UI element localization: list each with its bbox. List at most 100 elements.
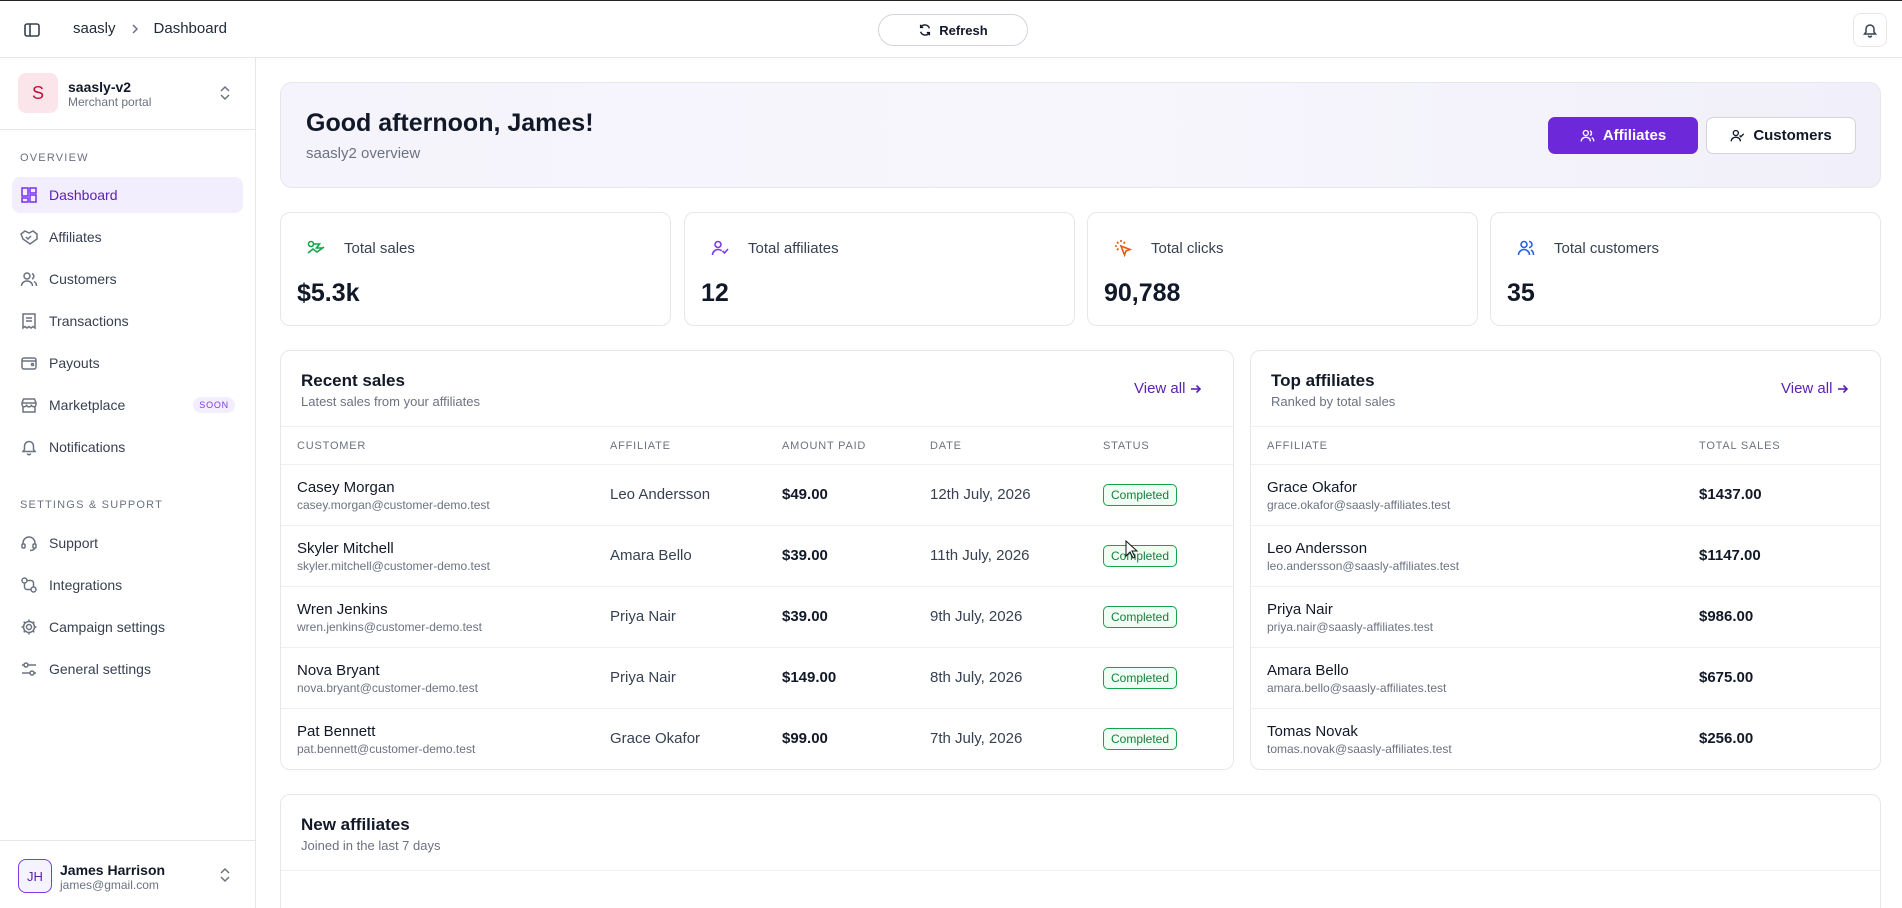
trending-icon [306,238,326,258]
avatar: JH [18,859,52,893]
arrow-right-icon [1190,383,1202,395]
panel-title: Recent sales [301,371,405,390]
amount-paid: $49.00 [782,486,828,503]
top-bar: saasly Dashboard Refresh [0,0,1902,58]
user-menu[interactable]: JH James Harrison james@gmail.com [0,840,255,908]
users-icon [1516,238,1536,258]
table-row[interactable]: Priya Nair priya.nair@saasly-affiliates.… [1251,587,1880,648]
total-sales: $1437.00 [1699,486,1762,503]
table-row[interactable]: Casey Morgan casey.morgan@customer-demo.… [281,465,1233,526]
divider [281,870,1880,871]
breadcrumb: saasly Dashboard [73,20,227,37]
sidebar-item-dashboard[interactable]: Dashboard [12,177,243,213]
notifications-button[interactable] [1853,13,1887,47]
sidebar-item-payouts[interactable]: Payouts [12,345,243,381]
breadcrumb-item-root[interactable]: saasly [73,20,116,37]
sidebar-item-affiliates[interactable]: Affiliates [12,219,243,255]
stat-card-total-clicks: Total clicks 90,788 [1087,212,1478,326]
status-badge: Completed [1103,606,1178,628]
customers-button[interactable]: Customers [1706,117,1856,154]
affiliates-button[interactable]: Affiliates [1548,117,1698,154]
status-badge: Completed [1103,728,1178,750]
bell-icon [1862,22,1878,38]
sale-date: 7th July, 2026 [930,730,1023,747]
mouse-cursor-icon [1125,540,1139,560]
customer-name: Wren Jenkins [297,601,388,618]
sidebar-item-label: Support [49,535,99,551]
table-row[interactable]: Tomas Novak tomas.novak@saasly-affiliate… [1251,709,1880,769]
chevron-right-icon [128,22,142,36]
amount-paid: $99.00 [782,730,828,747]
customer-email: casey.morgan@customer-demo.test [297,498,490,512]
table-row[interactable]: Leo Andersson leo.andersson@saasly-affil… [1251,526,1880,587]
affiliate-email: leo.andersson@saasly-affiliates.test [1267,559,1460,573]
overview-section-label: OVERVIEW [20,152,89,164]
affiliate-email: priya.nair@saasly-affiliates.test [1267,620,1434,634]
sidebar-item-marketplace[interactable]: Marketplace SOON [12,387,243,423]
new-affiliates-panel: New affiliates Joined in the last 7 days [280,794,1881,908]
sidebar-item-label: Affiliates [49,229,102,245]
sidebar-item-label: Dashboard [49,187,118,203]
customers-button-label: Customers [1753,127,1832,144]
column-header: AFFILIATE [610,440,671,452]
chevrons-up-down-icon[interactable] [216,84,234,102]
table-row[interactable]: Grace Okafor grace.okafor@saasly-affilia… [1251,465,1880,526]
affiliate-email: tomas.novak@saasly-affiliates.test [1267,742,1452,756]
stat-card-total-customers: Total customers 35 [1490,212,1881,326]
table-row[interactable]: Nova Bryant nova.bryant@customer-demo.te… [281,648,1233,709]
bell-icon [20,438,38,456]
workspace-switcher[interactable]: S saasly-v2 Merchant portal [0,58,255,130]
view-all-label: View all [1781,380,1833,397]
affiliate-name: Amara Bello [610,547,692,564]
sidebar-item-notifications[interactable]: Notifications [12,429,243,465]
integrations-icon [20,576,38,594]
sidebar-item-support[interactable]: Support [12,525,243,561]
table-row[interactable]: Amara Bello amara.bello@saasly-affiliate… [1251,648,1880,709]
sale-date: 11th July, 2026 [930,547,1030,564]
sidebar-item-customers[interactable]: Customers [12,261,243,297]
stat-value: 35 [1507,279,1535,307]
table-header: AFFILIATE TOTAL SALES [1251,426,1880,465]
stat-label: Total affiliates [748,240,839,257]
stat-value: 12 [701,279,729,307]
sidebar-item-transactions[interactable]: Transactions [12,303,243,339]
table-row[interactable]: Skyler Mitchell skyler.mitchell@customer… [281,526,1233,587]
refresh-icon [918,23,932,37]
table-header: CUSTOMER AFFILIATE AMOUNT PAID DATE STAT… [281,426,1233,465]
sidebar-item-integrations[interactable]: Integrations [12,567,243,603]
sidebar-item-label: Payouts [49,355,100,371]
affiliate-email: grace.okafor@saasly-affiliates.test [1267,498,1451,512]
user-name: James Harrison [60,862,166,878]
customer-email: pat.bennett@customer-demo.test [297,742,476,756]
total-sales: $986.00 [1699,608,1754,625]
sidebar-toggle-icon[interactable] [22,20,42,40]
settings-section-label: SETTINGS & SUPPORT [20,499,164,511]
stat-value: 90,788 [1104,279,1181,307]
user-check-icon [710,238,730,258]
affiliate-email: amara.bello@saasly-affiliates.test [1267,681,1447,695]
view-all-link[interactable]: View all [1781,380,1849,397]
workspace-name: saasly-v2 [68,79,132,95]
workspace-avatar: S [18,73,58,113]
chevrons-up-down-icon[interactable] [216,866,234,884]
column-header: AMOUNT PAID [782,440,867,452]
total-sales: $1147.00 [1699,547,1761,564]
total-sales: $675.00 [1699,669,1754,686]
sidebar-item-general-settings[interactable]: General settings [12,651,243,687]
view-all-link[interactable]: View all [1134,380,1202,397]
soon-badge: SOON [193,397,235,413]
table-row[interactable]: Wren Jenkins wren.jenkins@customer-demo.… [281,587,1233,648]
column-header: AFFILIATE [1267,440,1328,452]
table-row[interactable]: Pat Bennett pat.bennett@customer-demo.te… [281,709,1233,769]
stat-value: $5.3k [297,279,360,307]
welcome-banner: Good afternoon, James! saasly2 overview … [280,82,1881,188]
stat-card-total-sales: Total sales $5.3k [280,212,671,326]
customer-name: Skyler Mitchell [297,540,394,557]
users-icon [20,270,38,288]
sidebar-item-campaign-settings[interactable]: Campaign settings [12,609,243,645]
users-icon [1580,128,1595,143]
refresh-button[interactable]: Refresh [878,14,1028,46]
sale-date: 9th July, 2026 [930,608,1023,625]
sidebar-item-label: Transactions [49,313,129,329]
customer-name: Nova Bryant [297,662,380,679]
